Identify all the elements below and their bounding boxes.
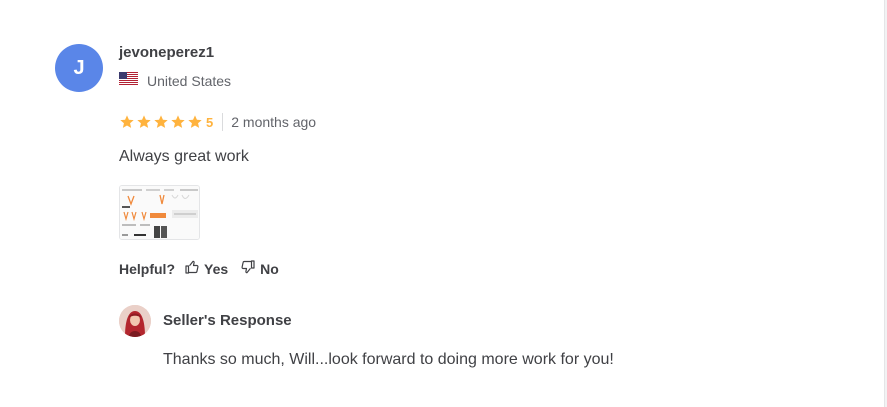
us-flag-icon	[119, 72, 138, 90]
star-icon	[187, 114, 203, 130]
review-attachment-thumbnail[interactable]	[119, 185, 200, 240]
avatar-initial: J	[73, 56, 85, 79]
star-icon	[119, 114, 135, 130]
divider	[222, 113, 224, 131]
review-time: 2 months ago	[231, 114, 317, 130]
reviewer-username[interactable]: jevoneperez1	[119, 44, 214, 61]
star-icon	[136, 114, 152, 130]
country-name: United States	[147, 73, 232, 89]
rating-score: 5	[206, 114, 214, 130]
rating-row: 5 2 months ago	[119, 113, 316, 131]
star-icon	[170, 114, 186, 130]
review-text: Always great work	[119, 148, 249, 165]
helpful-row: Helpful? Yes No	[119, 259, 291, 278]
reviewer-country: United States	[119, 72, 231, 90]
seller-response-title: Seller's Response	[163, 312, 292, 329]
star-rating	[119, 114, 203, 130]
helpful-yes-button[interactable]: Yes	[184, 259, 228, 278]
seller-response-text: Thanks so much, Will...look forward to d…	[163, 351, 614, 368]
thumbs-down-icon	[240, 259, 256, 278]
star-icon	[153, 114, 169, 130]
helpful-label: Helpful?	[119, 260, 175, 277]
seller-avatar[interactable]	[119, 305, 151, 337]
helpful-no-button[interactable]: No	[240, 259, 279, 278]
yes-label: Yes	[204, 260, 229, 277]
thumbs-up-icon	[184, 259, 200, 278]
reviewer-avatar[interactable]: J	[55, 44, 103, 92]
no-label: No	[260, 260, 279, 277]
